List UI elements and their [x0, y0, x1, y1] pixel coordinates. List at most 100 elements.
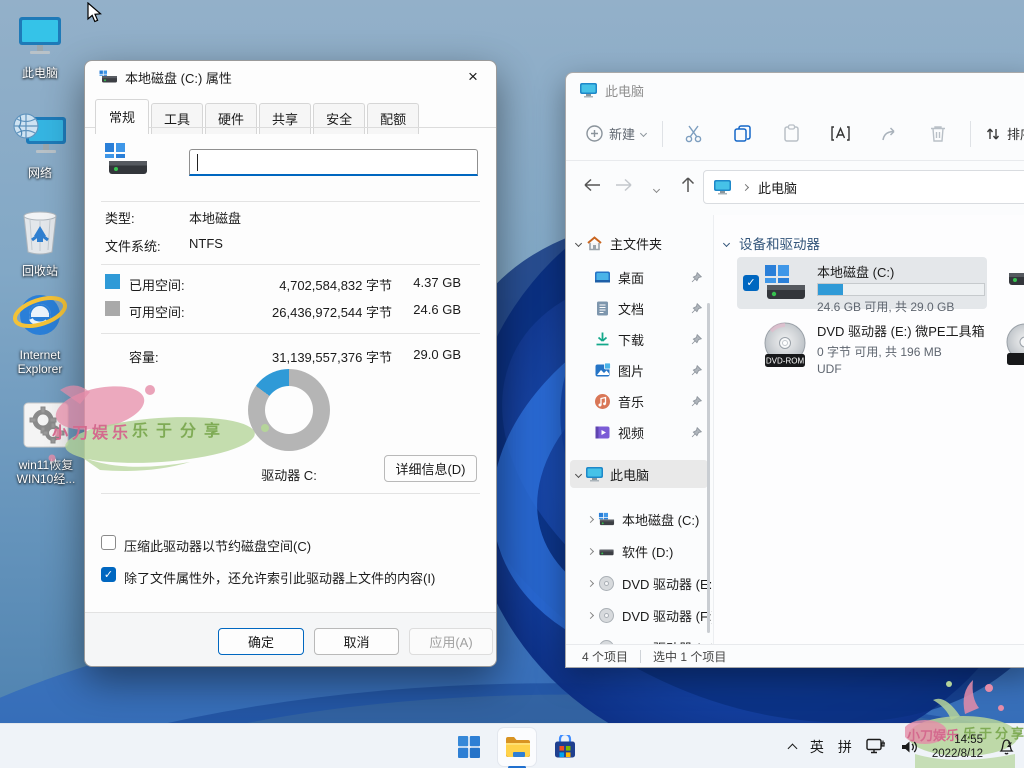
sidebar-item-documents[interactable]: 文档 [570, 294, 708, 322]
text-caret [197, 154, 198, 171]
apply-button[interactable]: 应用(A) [409, 628, 493, 655]
paste-button[interactable] [773, 124, 809, 143]
desktop-icon-recycle-bin[interactable]: 回收站 [2, 206, 78, 278]
tab-hardware[interactable]: 硬件 [205, 103, 257, 134]
back-button[interactable] [576, 177, 608, 197]
tile-info: 0 字节 可用, 共 196 MB [817, 343, 985, 360]
section-header-label: 设备和驱动器 [739, 233, 820, 253]
ime-language-indicator[interactable]: 英 [810, 737, 824, 757]
sidebar-item-desktop[interactable]: 桌面 [570, 263, 708, 291]
filesystem-value: NTFS [189, 236, 223, 251]
used-space-swatch [105, 274, 120, 289]
ime-mode-indicator[interactable]: 拼 [838, 737, 852, 757]
network-icon[interactable] [866, 738, 886, 755]
cut-button[interactable] [675, 124, 711, 143]
file-explorer-icon [504, 735, 530, 759]
sidebar-item-label: 主文件夹 [610, 234, 662, 253]
videos-icon [594, 424, 611, 441]
sidebar-item-dvd-f[interactable]: DVD 驱动器 (F:) [570, 601, 708, 629]
tile-name: 本地磁盘 (C:) [817, 262, 985, 281]
sidebar-item-dvd-g[interactable]: DVD 驱动器 (F:) [570, 633, 708, 644]
sidebar-scrollbar[interactable] [707, 303, 710, 633]
sidebar-item-pictures[interactable]: 图片 [570, 356, 708, 384]
dialog-tabs: 常规 工具 硬件 共享 安全 配额 [95, 99, 421, 134]
tab-sharing[interactable]: 共享 [259, 103, 311, 134]
tab-tools[interactable]: 工具 [151, 103, 203, 134]
details-button[interactable]: 详细信息(D) [384, 455, 477, 482]
this-pc-small-icon [714, 180, 731, 195]
desktop-icon-internet-explorer[interactable]: Internet Explorer [2, 288, 78, 376]
pin-icon [691, 365, 702, 376]
sidebar-item-label: 此电脑 [610, 465, 649, 484]
sort-button[interactable]: 排序 [985, 124, 1024, 143]
status-selected-count: 选中 1 个项目 [653, 648, 726, 665]
taskbar-clock[interactable]: 14:55 2022/8/12 [932, 733, 983, 761]
explorer-titlebar[interactable]: 此电脑 [566, 73, 1024, 107]
recent-locations-button[interactable] [640, 177, 672, 197]
up-button[interactable] [672, 176, 704, 198]
pin-icon [691, 303, 702, 314]
desktop-icon-this-pc[interactable]: 此电脑 [2, 14, 78, 80]
ok-button[interactable]: 确定 [218, 628, 304, 655]
sidebar-item-videos[interactable]: 视频 [570, 418, 708, 446]
sidebar-item-music[interactable]: 音乐 [570, 387, 708, 415]
drive-tile-c[interactable]: ✓ 本地磁盘 (C:) 24.6 GB 可用, 共 29.0 GB [737, 257, 987, 309]
used-space-label: 已用空间: [129, 275, 185, 294]
explorer-toolbar: 新建 [566, 107, 1024, 161]
tile-name: DVD 驱动器 (E:) 微PE工具箱 [817, 321, 985, 340]
forward-button[interactable] [608, 177, 640, 197]
index-checkbox-label[interactable]: 除了文件属性外，还允许索引此驱动器上文件的内容(I) [124, 568, 435, 587]
divider [101, 264, 480, 265]
rename-button[interactable] [822, 124, 858, 143]
explorer-content: 设备和驱动器 ✓ 本地磁盘 (C:) 24.6 GB 可用, 共 29.0 GB [713, 215, 1024, 644]
volume-name-input[interactable] [189, 149, 478, 176]
free-space-size: 24.6 GB [391, 302, 461, 317]
drive-tile-dvd-e[interactable]: DVD-ROM DVD 驱动器 (E:) 微PE工具箱 0 字节 可用, 共 1… [737, 318, 987, 374]
pin-icon [691, 396, 702, 407]
notification-bell-icon[interactable] [997, 737, 1016, 756]
sidebar-item-home[interactable]: 主文件夹 [570, 229, 708, 257]
sort-button-label: 排序 [1007, 124, 1024, 143]
tile-filesystem: UDF [817, 362, 985, 376]
pictures-icon [594, 362, 611, 379]
index-checkbox[interactable]: ✓ [101, 567, 116, 582]
tab-quota[interactable]: 配额 [367, 103, 419, 134]
compress-checkbox[interactable] [101, 535, 116, 550]
dvd-icon-partial [1005, 323, 1024, 367]
sidebar-item-drive-c[interactable]: 本地磁盘 (C:) [570, 505, 708, 533]
dvd-rom-icon: DVD-ROM [761, 321, 809, 371]
volume-icon[interactable] [900, 739, 918, 755]
this-pc-icon [14, 14, 66, 58]
tray-overflow-chevron-icon[interactable] [787, 743, 797, 753]
microsoft-store-icon [553, 735, 577, 759]
section-devices-and-drives[interactable]: 设备和驱动器 [724, 233, 820, 253]
cut-icon [684, 124, 703, 143]
sidebar-item-dvd-e[interactable]: DVD 驱动器 (E:) [570, 569, 708, 597]
share-button[interactable] [871, 124, 907, 143]
sidebar-item-drive-d[interactable]: 软件 (D:) [570, 537, 708, 565]
tab-security[interactable]: 安全 [313, 103, 365, 134]
desktop-icon-label: WIN10经... [8, 472, 84, 486]
tile-checkbox[interactable]: ✓ [743, 275, 759, 291]
type-label: 类型: [105, 208, 135, 227]
copy-button[interactable] [724, 124, 760, 143]
delete-button[interactable] [920, 124, 956, 143]
sidebar-item-downloads[interactable]: 下载 [570, 325, 708, 353]
cancel-button[interactable]: 取消 [314, 628, 399, 655]
taskbar-store-button[interactable] [546, 728, 584, 766]
dialog-titlebar[interactable]: 本地磁盘 (C:) 属性 [85, 61, 496, 93]
home-icon [586, 235, 603, 252]
sidebar-item-this-pc[interactable]: 此电脑 [570, 460, 708, 488]
status-item-count: 4 个项目 [582, 648, 628, 665]
desktop-icon-win11-recovery[interactable]: win11恢复 WIN10经... [8, 400, 84, 486]
breadcrumb-this-pc[interactable]: 此电脑 [758, 178, 797, 197]
tab-general[interactable]: 常规 [95, 99, 149, 134]
explorer-statusbar: 4 个项目 选中 1 个项目 [566, 644, 1024, 667]
close-icon[interactable]: × [456, 64, 490, 90]
desktop-icon-network[interactable]: 网络 [2, 112, 78, 180]
compress-checkbox-label[interactable]: 压缩此驱动器以节约磁盘空间(C) [124, 536, 311, 555]
start-button[interactable] [450, 728, 488, 766]
address-bar[interactable]: 此电脑 [703, 170, 1024, 204]
new-button[interactable]: 新建 [586, 124, 646, 143]
taskbar-file-explorer-button[interactable] [498, 728, 536, 766]
